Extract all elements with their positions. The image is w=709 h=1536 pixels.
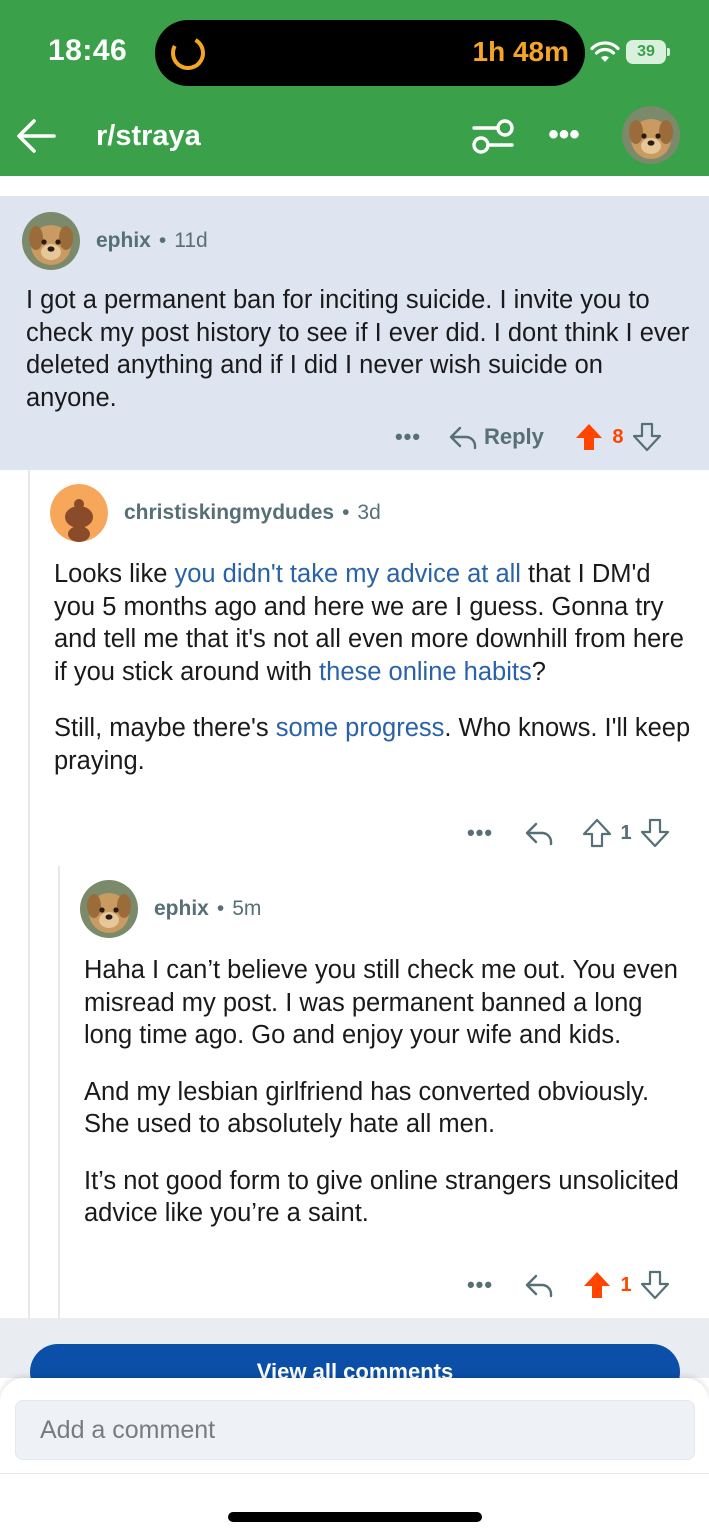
upvote-icon[interactable]	[582, 1270, 612, 1300]
more-icon[interactable]: •••	[390, 424, 426, 450]
wifi-icon	[590, 41, 620, 62]
comment-actions: ••• Reply 8	[390, 422, 662, 452]
reply-icon[interactable]	[524, 820, 554, 846]
subreddit-title[interactable]: r/straya	[96, 120, 201, 153]
thread-spacer	[0, 176, 709, 198]
home-indicator[interactable]	[228, 1512, 482, 1522]
comment-age: 5m	[232, 897, 262, 920]
upvote-icon[interactable]	[582, 818, 612, 848]
app-header: 18:46 1h 48m 39 r/straya •••	[0, 0, 709, 176]
thread-line	[28, 470, 30, 1318]
comment-header: christiskingmydudes • 3d	[50, 484, 381, 542]
back-arrow-icon[interactable]	[14, 114, 58, 158]
battery-level: 39	[626, 40, 666, 64]
comment-age: 11d	[174, 229, 208, 252]
username[interactable]: ephix	[154, 897, 209, 921]
comment-paragraph: And my lesbian girlfriend has converted …	[84, 1077, 650, 1139]
username[interactable]: christiskingmydudes	[124, 501, 334, 525]
inline-link[interactable]: you didn't take my advice at all	[174, 560, 520, 588]
reply-button[interactable]: Reply	[484, 424, 544, 450]
comment-paragraph: Haha I can’t believe you still check me …	[84, 956, 678, 1049]
comment-paragraph: It’s not good form to give online strang…	[84, 1166, 679, 1228]
comment-body: Looks like you didn't take my advice at …	[54, 558, 694, 801]
more-options-icon[interactable]: •••	[544, 120, 584, 150]
comment-composer: Add a comment	[0, 1378, 709, 1536]
comment-body: I got a permanent ban for inciting suici…	[26, 286, 690, 412]
downvote-icon[interactable]	[632, 422, 662, 452]
reply-icon[interactable]	[448, 424, 478, 450]
comment-age: 3d	[357, 501, 381, 524]
inline-link[interactable]: these online habits	[319, 658, 532, 686]
timer-ring-icon	[171, 36, 205, 70]
comment-paragraph: Looks like you didn't take my advice at …	[54, 560, 684, 686]
comment-paragraph: Still, maybe there's some progress. Who …	[54, 714, 691, 775]
nav-bar: r/straya •••	[0, 100, 709, 176]
vote-score: 1	[620, 821, 632, 844]
activity-timer: 1h 48m	[472, 36, 570, 67]
comment-actions: ••• 1	[462, 818, 670, 848]
vote-score: 8	[612, 425, 624, 448]
thread-line	[58, 866, 60, 1318]
more-icon[interactable]: •••	[462, 820, 498, 846]
more-icon[interactable]: •••	[462, 1272, 498, 1298]
avatar[interactable]	[22, 212, 80, 270]
comment-body: Haha I can’t believe you still check me …	[84, 954, 684, 1254]
downvote-icon[interactable]	[640, 818, 670, 848]
status-time: 18:46	[48, 34, 128, 67]
inline-link[interactable]: some progress	[276, 714, 445, 742]
upvote-icon[interactable]	[574, 422, 604, 452]
downvote-icon[interactable]	[640, 1270, 670, 1300]
user-avatar[interactable]	[622, 106, 680, 164]
avatar[interactable]	[50, 484, 108, 542]
reply-icon[interactable]	[524, 1272, 554, 1298]
avatar[interactable]	[80, 880, 138, 938]
comment-actions: ••• 1	[462, 1270, 670, 1300]
battery-icon: 39	[626, 40, 670, 64]
add-comment-input[interactable]: Add a comment	[15, 1400, 695, 1460]
vote-score: 1	[620, 1273, 632, 1296]
comment-header: ephix • 5m	[80, 880, 261, 938]
dynamic-island[interactable]: 1h 48m	[155, 20, 585, 86]
comment-header: ephix • 11d	[22, 212, 208, 270]
status-bar: 18:46 1h 48m 39	[0, 0, 709, 100]
username[interactable]: ephix	[96, 229, 151, 253]
sort-filter-icon[interactable]	[470, 116, 516, 156]
